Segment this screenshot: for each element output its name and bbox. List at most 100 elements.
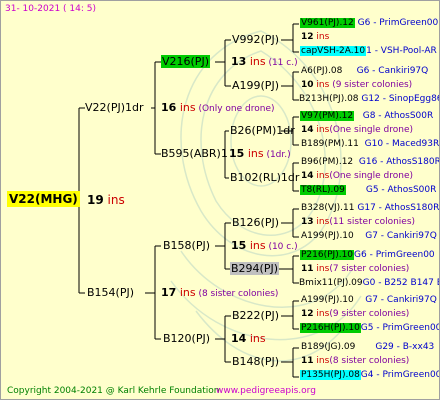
gen4-1-num: 10 (301, 80, 314, 90)
gen1-bottom-name[interactable]: B154(PJ) (87, 287, 134, 298)
gen2-b-num: 15 (229, 147, 245, 160)
gen1-bottom-num: 17 (161, 286, 177, 299)
gen3-b2[interactable]: B102(RL)1dr (230, 172, 299, 183)
website-link[interactable]: www.pedigreeapis.org (216, 387, 316, 396)
gen4-6-sire[interactable]: A199(PJ).10 G7 - Cankiri97Q (301, 296, 437, 305)
gen1-bottom-info: 17 ins (8 sister colonies) (161, 287, 278, 299)
gen2-d-info: 14 ins (231, 333, 266, 344)
gen2-c-name[interactable]: B158(PJ) (163, 240, 210, 251)
gen2-d-num: 14 (231, 332, 247, 345)
gen2-a-name[interactable]: V216(PJ) (161, 55, 210, 68)
gen4-6-num: 12 (301, 309, 314, 319)
gen3-a1[interactable]: V992(PJ) (232, 34, 279, 45)
gen4-2-ins-label: ins (316, 125, 330, 135)
gen2-a-note: (11 c.) (265, 58, 298, 68)
gen4-4-ins-label: ins (316, 217, 330, 227)
gen2-d-name[interactable]: B120(PJ) (163, 333, 210, 344)
gen4-1-sire[interactable]: A6(PJ).08 G6 - Cankiri97Q (301, 67, 428, 76)
gen4-7-sire[interactable]: B189(JG).09 G29 - B-xx43 (301, 343, 434, 352)
gen4-7-note: (8 sister colonies) (329, 356, 410, 366)
gen4-7-info: G29 - B-xx43 (375, 342, 435, 352)
gen2-d-ins: ins (249, 332, 266, 345)
gen4-1-info2: G12 - SinopEgg86R (361, 94, 439, 104)
gen4-7-name: B189(JG).09 (301, 342, 356, 352)
gen4-5-info2: G0 - B252 B147 B (362, 278, 440, 288)
gen4-4-num: 13 (301, 217, 314, 227)
gen4-4-sire[interactable]: B328(VJ).11 G17 - AthosS180R (301, 204, 439, 213)
gen4-7-ins: 11 ins(8 sister colonies) (301, 357, 409, 366)
gen2-c-ins: ins (249, 239, 266, 252)
gen4-1-dam[interactable]: B213H(PJ).08 G12 - SinopEgg86R (299, 94, 439, 104)
gen1-top-info: 16 ins (Only one drone) (161, 102, 275, 114)
gen2-b-info: 15 ins (1dr.) (229, 148, 291, 160)
gen4-3-note: (One single drone) (329, 171, 413, 181)
gen4-3-ins: 14 ins(One single drone) (301, 172, 413, 181)
gen4-0-name2: capVSH-2A.10 (300, 46, 367, 56)
gen4-0-dam[interactable]: capVSH-2A.101 - VSH-Pool-AR (300, 46, 437, 56)
gen4-4-ins: 13 ins(11 sister colonies) (301, 218, 415, 227)
gen4-3-info: G16 - AthosS180R (358, 157, 440, 167)
gen4-3-ins-label: ins (316, 171, 330, 181)
gen4-3-name2: T8(RL).09 (300, 185, 346, 195)
gen1-top-num: 16 (161, 101, 177, 114)
gen1-top-name[interactable]: V22(PJ)1dr (85, 102, 144, 113)
gen2-c-info: 15 ins (10 c.) (231, 240, 298, 252)
gen4-7-ins-label: ins (316, 356, 330, 366)
gen4-4-dam[interactable]: A199(PJ).10 G7 - Cankiri97Q (301, 232, 437, 241)
gen3-c2[interactable]: B294(PJ) (230, 262, 280, 275)
gen3-d1[interactable]: B222(PJ) (232, 310, 279, 321)
gen4-2-sire[interactable]: V97(PM).12 G8 - AthosS00R (300, 111, 434, 121)
gen4-3-sire[interactable]: B96(PM).12 G16 - AthosS180R (301, 157, 440, 167)
gen3-a2[interactable]: A199(PJ) (232, 80, 279, 91)
gen4-7-dam[interactable]: P135H(PJ).08G4 - PrimGreen00 (300, 370, 440, 380)
gen3-d2[interactable]: B148(PJ) (232, 356, 279, 367)
gen4-2-name2: B189(PM).11 (301, 139, 359, 149)
gen4-1-ins-label: ins (316, 80, 330, 90)
gen2-c-note: (10 c.) (265, 242, 298, 252)
gen4-6-info2: G5 - PrimGreen00 (360, 323, 440, 333)
root-inbreeding: 19 ins (87, 194, 125, 206)
gen4-5-ins: 11 ins(7 sister colonies) (301, 265, 409, 274)
gen3-c2-label: B294(PJ) (230, 262, 280, 275)
gen4-1-info: G6 - Cankiri97Q (356, 66, 429, 76)
root-ins: ins (107, 193, 125, 207)
gen3-c1[interactable]: B126(PJ) (232, 217, 279, 228)
gen4-6-ins: 12 ins(9 sister colonies) (301, 310, 409, 319)
gen4-4-info: G17 - AthosS180R (357, 203, 440, 213)
gen4-4-note: (11 sister colonies) (329, 217, 416, 227)
gen2-c-num: 15 (231, 239, 247, 252)
gen4-5-info: G6 - PrimGreen00 (354, 250, 435, 260)
gen4-5-ins-label: ins (316, 264, 330, 274)
gen4-2-num: 14 (301, 125, 314, 135)
gen4-1-name: A6(PJ).08 (301, 66, 343, 76)
root-num: 19 (87, 193, 104, 207)
gen2-a-ins: ins (249, 55, 266, 68)
gen4-0-info: G6 - PrimGreen00 (354, 18, 439, 28)
gen2-b-note: (1dr.) (263, 150, 291, 160)
gen4-5-dam[interactable]: Bmix11(PJ).09G0 - B252 B147 B (299, 278, 440, 288)
gen4-2-name: V97(PM).12 (300, 111, 355, 121)
gen4-4-name2: A199(PJ).10 (301, 231, 354, 241)
gen4-0-info2: 1 - VSH-Pool-AR (366, 46, 437, 56)
root-queen[interactable]: V22(MHG) (7, 191, 80, 207)
gen4-2-info: G8 - AthosS00R (362, 111, 434, 121)
gen4-5-sire[interactable]: P216(PJ).10G6 - PrimGreen00 (300, 250, 435, 260)
gen3-b1[interactable]: B26(PM)1dr (230, 125, 295, 136)
gen4-5-note: (7 sister colonies) (329, 264, 410, 274)
gen4-6-dam[interactable]: P216H(PJ).10G5 - PrimGreen00 (300, 323, 440, 333)
gen4-6-name2: P216H(PJ).10 (300, 323, 361, 333)
gen4-2-info2: G10 - Maced93R (364, 139, 440, 149)
gen4-6-ins-label: ins (316, 309, 330, 319)
gen4-0-ins: 12 ins (301, 33, 329, 42)
gen4-7-info2: G4 - PrimGreen00 (360, 370, 440, 380)
gen2-b-name[interactable]: B595(ABR)1 (161, 148, 228, 159)
gen4-6-note: (9 sister colonies) (329, 309, 410, 319)
gen4-4-name: B328(VJ).11 (301, 203, 355, 213)
gen4-3-info2: G5 - AthosS00R (365, 185, 437, 195)
gen4-2-dam[interactable]: B189(PM).11 G10 - Maced93R (301, 140, 439, 149)
gen2-a-info: 13 ins (11 c.) (231, 56, 298, 68)
gen1-bottom-ins: ins (179, 286, 196, 299)
gen4-0-sire[interactable]: V961(PJ).12 G6 - PrimGreen00 (300, 18, 439, 28)
gen4-7-num: 11 (301, 356, 314, 366)
gen4-3-dam[interactable]: T8(RL).09 G5 - AthosS00R (300, 185, 437, 195)
